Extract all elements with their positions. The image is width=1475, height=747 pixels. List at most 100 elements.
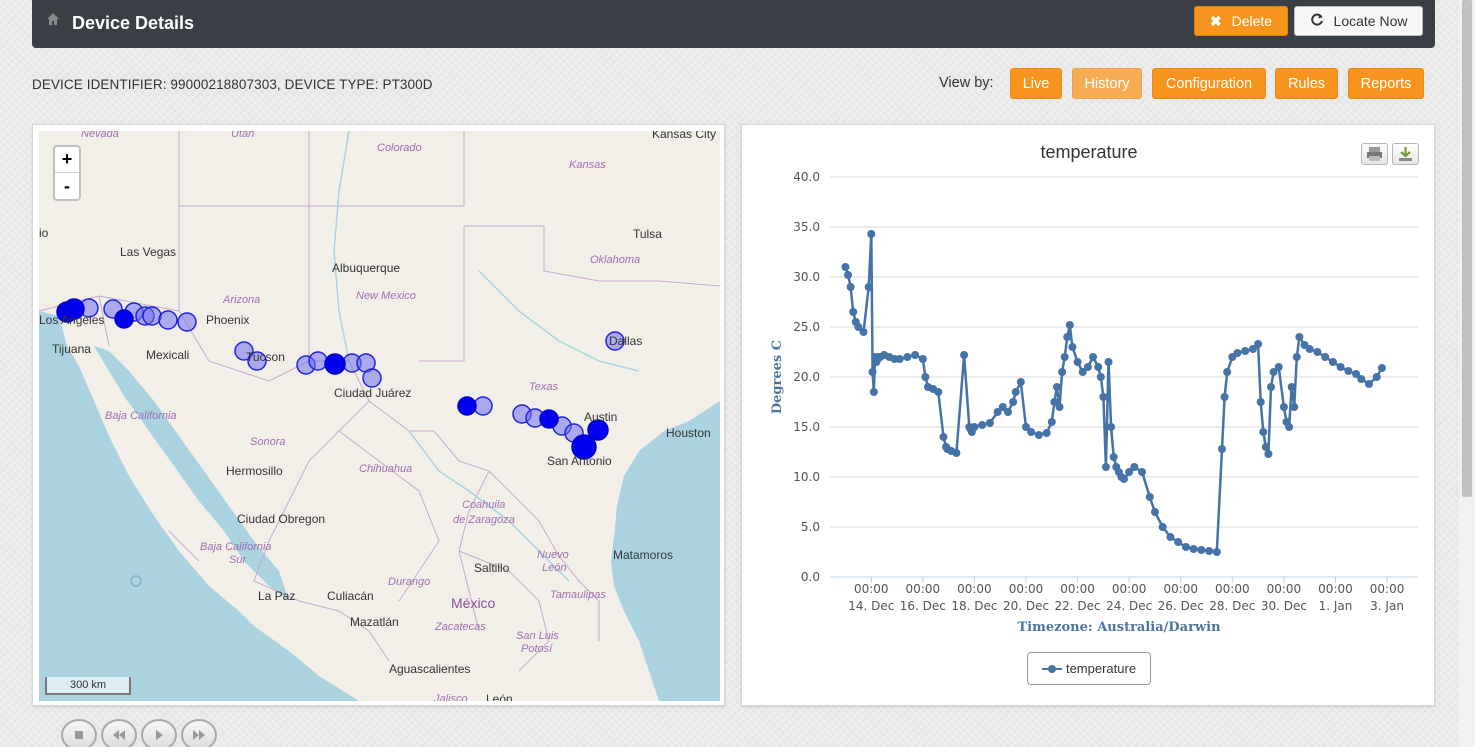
map-label: Los Angeles bbox=[39, 313, 105, 327]
data-point bbox=[1377, 364, 1386, 372]
data-point bbox=[1181, 543, 1190, 551]
map-label: Potosí bbox=[521, 643, 553, 655]
data-point bbox=[939, 433, 948, 441]
map-label: Arizona bbox=[223, 294, 261, 306]
map-label: Baja California bbox=[105, 410, 177, 422]
map-label: Baja California bbox=[200, 541, 272, 553]
data-point bbox=[1145, 493, 1154, 501]
chart-panel: temperature 0.0 5.0 10.0 15.0 20.0 25.0 30.0 35… bbox=[741, 124, 1435, 706]
data-point bbox=[1259, 428, 1268, 436]
map-label: Nuevo bbox=[537, 549, 569, 561]
play-button[interactable] bbox=[141, 719, 177, 747]
map-label: Zacatecas bbox=[435, 621, 486, 633]
legend-marker-icon bbox=[1041, 664, 1062, 673]
map-view[interactable]: Nevada Utah Colorado Kansas City Kansas … bbox=[39, 131, 720, 701]
chart-legend[interactable]: temperature bbox=[1027, 652, 1151, 685]
x-tick-time: 00:00 bbox=[854, 582, 889, 596]
zoom-out-button[interactable]: - bbox=[55, 173, 79, 199]
data-point bbox=[1365, 380, 1373, 388]
y-tick-label: 0.0 bbox=[801, 570, 820, 584]
data-point bbox=[1372, 373, 1381, 381]
data-point bbox=[868, 368, 877, 376]
x-tick-time: 00:00 bbox=[1215, 582, 1250, 596]
data-point bbox=[1218, 445, 1226, 453]
device-info: DEVICE IDENTIFIER: 99000218807303, DEVIC… bbox=[32, 77, 433, 92]
map-scale: 300 km bbox=[45, 677, 131, 695]
stop-button[interactable] bbox=[61, 719, 97, 747]
y-tick-label: 5.0 bbox=[801, 520, 820, 534]
fast-forward-button[interactable] bbox=[181, 719, 217, 747]
data-point bbox=[846, 283, 855, 291]
data-point bbox=[934, 388, 943, 396]
map-label: Houston bbox=[666, 426, 711, 440]
map-label: Saltillo bbox=[474, 561, 510, 575]
data-point bbox=[849, 308, 858, 316]
data-point bbox=[960, 351, 969, 359]
view-configuration-button[interactable]: Configuration bbox=[1152, 68, 1266, 99]
data-point bbox=[1174, 538, 1183, 546]
view-live-button[interactable]: Live bbox=[1010, 68, 1062, 99]
data-point bbox=[1073, 358, 1082, 366]
map-label: Kansas City bbox=[652, 131, 717, 141]
map-label: Tamaulipas bbox=[550, 589, 606, 601]
view-reports-button[interactable]: Reports bbox=[1348, 68, 1424, 99]
data-point bbox=[1120, 475, 1128, 483]
data-point bbox=[1027, 428, 1036, 436]
data-point bbox=[1223, 368, 1232, 376]
home-icon[interactable] bbox=[46, 12, 60, 26]
x-tick-time: 00:00 bbox=[1163, 582, 1198, 596]
data-point bbox=[1009, 398, 1018, 406]
data-point bbox=[1065, 321, 1074, 329]
x-tick-time: 00:00 bbox=[1370, 582, 1405, 596]
data-point bbox=[1089, 353, 1098, 361]
x-tick-date: 22. Dec bbox=[1055, 599, 1101, 613]
data-point bbox=[1267, 383, 1275, 391]
map-label: San Antonio bbox=[547, 454, 612, 468]
map-label: Utah bbox=[231, 131, 255, 140]
zoom-in-button[interactable]: + bbox=[55, 147, 79, 173]
view-history-button[interactable]: History bbox=[1072, 68, 1142, 99]
scrollbar-thumb[interactable] bbox=[1462, 0, 1472, 497]
close-icon: ✖ bbox=[1209, 12, 1222, 29]
map-label: Oklahoma bbox=[590, 254, 641, 266]
zoom-control: + - bbox=[53, 145, 81, 201]
view-rules-button[interactable]: Rules bbox=[1275, 68, 1338, 99]
data-point bbox=[1063, 333, 1072, 341]
map-label: León bbox=[542, 562, 567, 574]
x-tick-date: 20. Dec bbox=[1003, 599, 1049, 613]
series-line bbox=[844, 232, 1383, 554]
y-tick-label: 35.0 bbox=[793, 220, 820, 234]
data-point bbox=[1047, 418, 1056, 426]
data-point bbox=[1055, 403, 1064, 411]
x-tick-time: 00:00 bbox=[957, 582, 992, 596]
data-point bbox=[1295, 333, 1304, 341]
data-point bbox=[1068, 343, 1077, 351]
rewind-button[interactable] bbox=[101, 719, 137, 747]
data-point bbox=[1003, 408, 1012, 416]
locate-now-button[interactable]: Locate Now bbox=[1294, 6, 1423, 36]
map-label: io bbox=[39, 226, 49, 240]
play-icon bbox=[156, 730, 163, 740]
view-by-label: View by: bbox=[939, 75, 994, 91]
page-scrollbar[interactable] bbox=[1459, 0, 1475, 747]
x-tick-date: 14. Dec bbox=[848, 599, 894, 613]
map-label: Tulsa bbox=[633, 227, 662, 241]
data-point bbox=[1261, 443, 1270, 451]
map-label: Colorado bbox=[377, 142, 422, 154]
map-label: Tijuana bbox=[52, 342, 91, 356]
x-tick-time: 00:00 bbox=[1009, 582, 1044, 596]
data-point bbox=[1083, 363, 1092, 371]
data-point bbox=[1189, 545, 1198, 553]
x-axis-title: Timezone: Australia/Darwin bbox=[1017, 620, 1221, 635]
temperature-chart: 0.0 5.0 10.0 15.0 20.0 25.0 30.0 35.0 40.0 00:00 1… bbox=[770, 170, 1418, 635]
refresh-icon bbox=[1310, 13, 1324, 30]
data-point bbox=[978, 421, 987, 429]
delete-button[interactable]: ✖ Delete bbox=[1194, 6, 1288, 36]
data-point bbox=[1241, 347, 1250, 355]
map-label: Nevada bbox=[81, 131, 119, 140]
y-tick-label: 30.0 bbox=[793, 270, 820, 284]
playback-controls bbox=[61, 719, 217, 747]
data-point bbox=[1305, 345, 1314, 353]
map-label: Matamoros bbox=[613, 548, 674, 562]
data-point bbox=[1220, 393, 1229, 401]
